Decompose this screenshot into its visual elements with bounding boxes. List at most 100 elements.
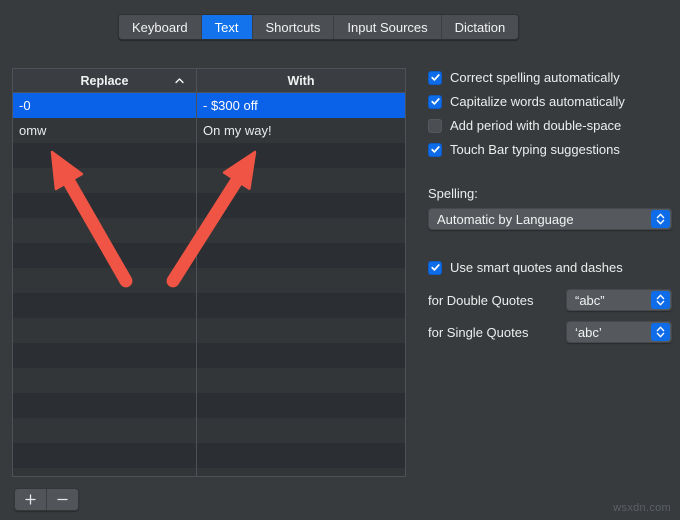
table-empty-rows — [13, 143, 405, 476]
checkbox-smart-quotes[interactable] — [428, 260, 442, 275]
column-header-replace-label: Replace — [80, 73, 129, 88]
cell-with[interactable]: - $300 off — [197, 93, 405, 118]
checkbox-add-period[interactable] — [428, 118, 442, 133]
chevron-up-icon — [175, 77, 184, 83]
table-row[interactable] — [13, 143, 405, 168]
spelling-popup-value: Automatic by Language — [437, 211, 574, 227]
checkmark-icon — [431, 145, 440, 153]
tab-keyboard[interactable]: Keyboard — [119, 15, 202, 39]
table-row[interactable] — [13, 343, 405, 368]
table-row[interactable] — [13, 318, 405, 343]
cell-with[interactable] — [197, 393, 405, 418]
cell-with[interactable] — [197, 318, 405, 343]
checkbox-row-smart-quotes[interactable]: Use smart quotes and dashes — [428, 256, 672, 279]
tab-dictation-label: Dictation — [454, 19, 506, 35]
cell-replace[interactable]: omw — [13, 118, 197, 143]
table-row[interactable] — [13, 168, 405, 193]
double-quotes-popup-button[interactable]: “abc” — [566, 289, 672, 311]
cell-with[interactable] — [197, 218, 405, 243]
checkbox-row-correct-spelling[interactable]: Correct spelling automatically — [428, 66, 672, 89]
table-row[interactable] — [13, 218, 405, 243]
cell-replace[interactable] — [13, 368, 197, 393]
cell-replace[interactable] — [13, 143, 197, 168]
cell-replace[interactable] — [13, 393, 197, 418]
table-row[interactable]: omw On my way! — [13, 118, 405, 143]
cell-with[interactable] — [197, 293, 405, 318]
tab-shortcuts[interactable]: Shortcuts — [252, 15, 335, 39]
cell-with[interactable] — [197, 418, 405, 443]
chevron-up-down-icon[interactable] — [651, 210, 670, 228]
double-quotes-label: for Double Quotes — [428, 292, 534, 308]
cell-with[interactable] — [197, 243, 405, 268]
tab-input-sources[interactable]: Input Sources — [334, 15, 442, 39]
chevron-up-down-icon[interactable] — [651, 323, 670, 341]
table-row[interactable] — [13, 268, 405, 293]
table-row[interactable] — [13, 443, 405, 468]
table-row[interactable] — [13, 393, 405, 418]
checkbox-touch-bar-suggestions[interactable] — [428, 142, 442, 157]
cell-with[interactable] — [197, 168, 405, 193]
single-quotes-label: for Single Quotes — [428, 324, 529, 340]
cell-replace[interactable] — [13, 218, 197, 243]
tab-keyboard-label: Keyboard — [132, 19, 188, 35]
minus-icon — [57, 498, 68, 501]
column-header-replace[interactable]: Replace — [13, 69, 197, 92]
checkbox-correct-spelling[interactable] — [428, 70, 442, 85]
cell-with[interactable] — [197, 368, 405, 393]
cell-replace[interactable] — [13, 293, 197, 318]
checkbox-row-capitalize-words[interactable]: Capitalize words automatically — [428, 90, 672, 113]
cell-replace[interactable] — [13, 468, 197, 476]
table-row[interactable] — [13, 193, 405, 218]
cell-replace[interactable] — [13, 168, 197, 193]
cell-replace[interactable] — [13, 443, 197, 468]
cell-replace[interactable] — [13, 243, 197, 268]
chevron-up-down-icon[interactable] — [651, 291, 670, 309]
spelling-popup-button[interactable]: Automatic by Language — [428, 208, 672, 230]
cell-replace[interactable] — [13, 343, 197, 368]
cell-with[interactable]: On my way! — [197, 118, 405, 143]
table-row[interactable] — [13, 243, 405, 268]
text-substitutions-table[interactable]: Replace With -0 - $300 off omw On my way… — [12, 68, 406, 477]
cell-with[interactable] — [197, 268, 405, 293]
checkmark-icon — [431, 73, 440, 81]
checkmark-icon — [431, 97, 440, 105]
table-row[interactable] — [13, 368, 405, 393]
cell-with[interactable] — [197, 193, 405, 218]
table-row[interactable] — [13, 293, 405, 318]
table-row[interactable] — [13, 468, 405, 476]
smart-quotes-block: Use smart quotes and dashes for Double Q… — [428, 256, 672, 343]
cell-with[interactable] — [197, 468, 405, 476]
column-header-with[interactable]: With — [197, 69, 405, 92]
checkmark-icon — [431, 263, 440, 271]
add-entry-button[interactable] — [15, 489, 47, 510]
table-row[interactable]: -0 - $300 off — [13, 93, 405, 118]
tab-shortcuts-label: Shortcuts — [265, 19, 321, 35]
table-row[interactable] — [13, 418, 405, 443]
single-quotes-row: for Single Quotes ‘abc’ — [428, 321, 672, 343]
chevron-up-down-glyph — [656, 213, 665, 225]
cell-replace[interactable] — [13, 418, 197, 443]
preference-tab-bar[interactable]: Keyboard Text Shortcuts Input Sources Di… — [118, 14, 520, 40]
tab-text[interactable]: Text — [201, 15, 253, 39]
checkbox-label-add-period: Add period with double-space — [450, 118, 622, 133]
cell-with[interactable] — [197, 143, 405, 168]
tab-dictation[interactable]: Dictation — [441, 15, 519, 39]
single-quotes-popup-button[interactable]: ‘abc’ — [566, 321, 672, 343]
checkbox-row-add-period[interactable]: Add period with double-space — [428, 114, 672, 137]
checkbox-label-touch-bar-suggestions: Touch Bar typing suggestions — [450, 142, 620, 157]
checkbox-row-touch-bar-suggestions[interactable]: Touch Bar typing suggestions — [428, 138, 672, 161]
checkbox-capitalize-words[interactable] — [428, 94, 442, 109]
column-header-with-label: With — [287, 73, 315, 88]
table-header-row: Replace With — [13, 69, 405, 93]
tab-text-label: Text — [214, 19, 239, 35]
cell-replace[interactable]: -0 — [13, 93, 197, 118]
cell-with[interactable] — [197, 443, 405, 468]
cell-with[interactable] — [197, 343, 405, 368]
chevron-up-down-glyph — [656, 294, 665, 306]
cell-replace[interactable] — [13, 193, 197, 218]
tab-input-sources-label: Input Sources — [347, 19, 428, 35]
add-remove-segmented-control[interactable] — [14, 488, 79, 511]
cell-replace[interactable] — [13, 268, 197, 293]
remove-entry-button[interactable] — [47, 489, 78, 510]
cell-replace[interactable] — [13, 318, 197, 343]
